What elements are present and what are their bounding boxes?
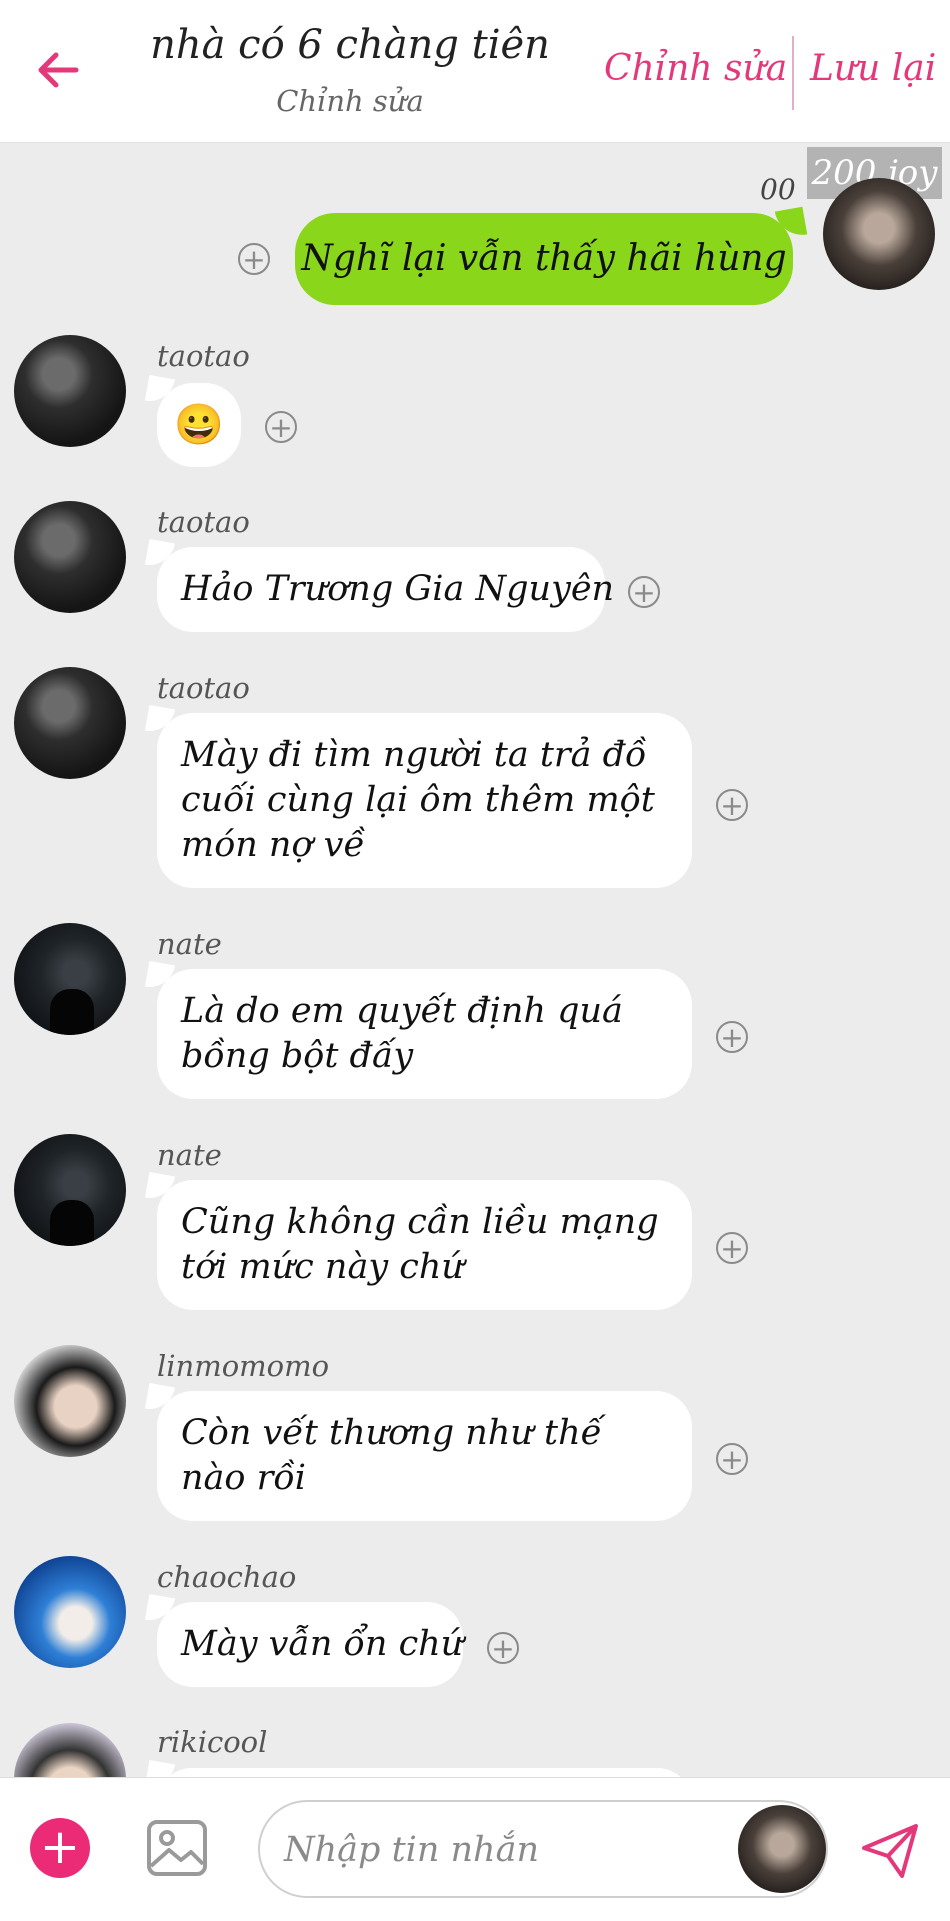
message-input-placeholder: Nhập tin nhắn: [284, 1830, 539, 1870]
message-bubble[interactable]: Hảo Trương Gia Nguyên: [157, 547, 614, 632]
message-bubble[interactable]: [157, 1768, 692, 1777]
avatar-taotao[interactable]: [14, 335, 126, 447]
send-icon[interactable]: [858, 1818, 922, 1882]
message-sender: taotao: [157, 671, 250, 705]
sender-avatar-selector[interactable]: [738, 1805, 826, 1893]
chat-subtitle: Chỉnh sửa: [276, 84, 424, 118]
message-sender: linmomomo: [157, 1349, 330, 1383]
message-bubble[interactable]: Là do em quyết định quá bồng bột đấy: [157, 969, 692, 1099]
message-sender: taotao: [157, 339, 250, 373]
plus-circle-icon[interactable]: +: [30, 1818, 90, 1878]
message-bubble[interactable]: Mày vẫn ổn chứ: [157, 1602, 463, 1687]
save-button[interactable]: Lưu lại: [810, 48, 936, 89]
avatar-nate[interactable]: [14, 923, 126, 1035]
message-bubble[interactable]: Mày đi tìm người ta trả đồ cuối cùng lại…: [157, 713, 692, 888]
message-sender: taotao: [157, 505, 250, 539]
message-bubble[interactable]: 😀: [157, 383, 241, 467]
add-reaction-icon[interactable]: +: [716, 1232, 748, 1264]
add-reaction-icon[interactable]: +: [716, 1021, 748, 1053]
message-sender: rikicool: [157, 1725, 268, 1759]
message-sender: nate: [157, 1138, 222, 1172]
message-sender: chaochao: [157, 1560, 297, 1594]
header-divider: [792, 36, 794, 110]
back-arrow-icon[interactable]: [28, 40, 88, 100]
chat-title: nhà có 6 chàng tiên: [150, 22, 550, 68]
avatar-nate[interactable]: [14, 1134, 126, 1246]
add-reaction-icon[interactable]: +: [716, 1443, 748, 1475]
avatar-taotao[interactable]: [14, 501, 126, 613]
message-bubble[interactable]: Cũng không cần liều mạng tới mức này chứ: [157, 1180, 692, 1310]
add-reaction-icon[interactable]: +: [716, 789, 748, 821]
edit-button[interactable]: Chỉnh sửa: [604, 48, 787, 89]
add-reaction-icon[interactable]: +: [238, 243, 270, 275]
self-avatar[interactable]: [823, 178, 935, 290]
self-message-count: 00: [760, 173, 796, 206]
self-message-bubble[interactable]: Nghĩ lại vẫn thấy hãi hùng: [295, 213, 793, 305]
message-bubble[interactable]: Còn vết thương như thế nào rồi: [157, 1391, 692, 1521]
add-reaction-icon[interactable]: +: [628, 576, 660, 608]
chat-header: nhà có 6 chàng tiên Chỉnh sửa Chỉnh sửa …: [0, 0, 950, 143]
chat-message-list[interactable]: 00 200 joy + Nghĩ lại vẫn thấy hãi hùng …: [0, 143, 950, 1777]
add-reaction-icon[interactable]: +: [265, 411, 297, 443]
avatar-taotao[interactable]: [14, 667, 126, 779]
avatar-linmomomo[interactable]: [14, 1345, 126, 1457]
avatar-chaochao[interactable]: [14, 1556, 126, 1668]
avatar-rikicool[interactable]: [14, 1723, 126, 1777]
add-reaction-icon[interactable]: +: [487, 1632, 519, 1664]
image-icon[interactable]: [145, 1816, 209, 1880]
message-sender: nate: [157, 927, 222, 961]
